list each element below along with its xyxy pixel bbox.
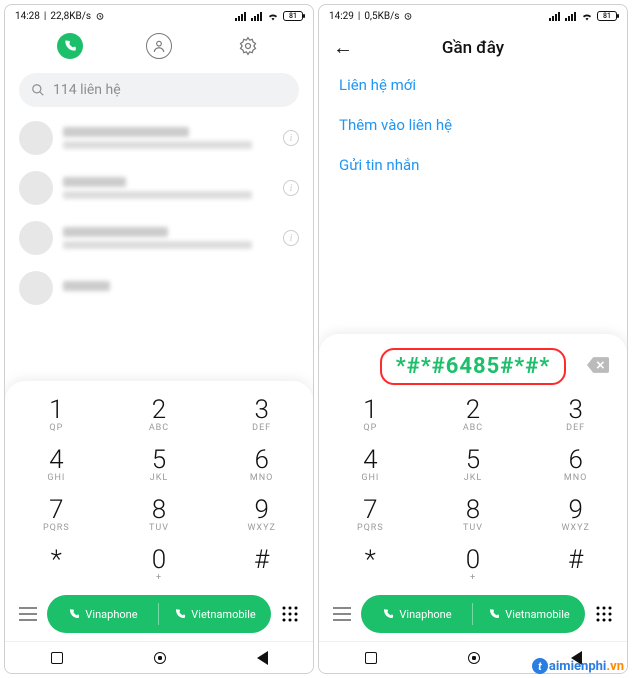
key-8[interactable]: 8TUV (108, 489, 211, 539)
backspace-button[interactable] (587, 357, 609, 377)
menu-icon[interactable] (15, 601, 41, 627)
signal-icon (251, 11, 263, 21)
signal-icon (565, 11, 577, 21)
link-add-to-contact[interactable]: Thêm vào liên hệ (339, 116, 607, 134)
list-item[interactable]: i (5, 213, 313, 263)
status-net: 22,8KB/s (50, 11, 91, 22)
alarm-icon (95, 11, 105, 21)
info-icon[interactable]: i (283, 130, 299, 146)
key-star[interactable]: * (319, 539, 422, 589)
key-3[interactable]: 3DEF (524, 389, 627, 439)
info-icon[interactable]: i (283, 230, 299, 246)
avatar (19, 121, 53, 155)
link-new-contact[interactable]: Liên hệ mới (339, 76, 607, 94)
dialpad-toggle-icon[interactable] (591, 601, 617, 627)
contacts-list[interactable]: i i i (5, 113, 313, 381)
person-icon (152, 39, 166, 53)
battery-icon: 81 (597, 11, 617, 21)
back-button[interactable]: ← (333, 35, 353, 60)
list-item[interactable]: i (5, 113, 313, 163)
key-1[interactable]: 1QP (319, 389, 422, 439)
key-1[interactable]: 1QP (5, 389, 108, 439)
nav-back[interactable] (257, 651, 268, 665)
list-item[interactable] (5, 263, 313, 313)
key-8[interactable]: 8TUV (422, 489, 525, 539)
status-time: 14:29 (329, 11, 354, 22)
key-2[interactable]: 2ABC (108, 389, 211, 439)
menu-icon[interactable] (329, 601, 355, 627)
avatar (19, 271, 53, 305)
phone-icon (63, 39, 77, 53)
list-item[interactable]: i (5, 163, 313, 213)
keypad: 1QP 2ABC 3DEF 4GHI 5JKL 6MNO 7PQRS 8TUV … (5, 389, 313, 589)
signal-icon (549, 11, 561, 21)
call-buttons: Vinaphone Vietnamobile (361, 595, 585, 633)
search-placeholder: 114 liên hệ (53, 82, 121, 98)
tab-phone[interactable] (57, 33, 83, 59)
dialpad: *#*#6485#*#* 1QP 2ABC 3DEF 4GHI 5JKL 6MN… (319, 334, 627, 673)
key-6[interactable]: 6MNO (524, 439, 627, 489)
signal-icon (235, 11, 247, 21)
search-icon (31, 83, 45, 97)
key-4[interactable]: 4GHI (319, 439, 422, 489)
link-send-sms[interactable]: Gửi tin nhắn (339, 156, 607, 174)
dialpad-toggle-icon[interactable] (277, 601, 303, 627)
key-hash[interactable]: # (524, 539, 627, 589)
key-3[interactable]: 3DEF (210, 389, 313, 439)
wifi-icon (267, 11, 279, 21)
nav-recent[interactable] (365, 652, 377, 664)
phone-icon (488, 608, 500, 620)
key-4[interactable]: 4GHI (5, 439, 108, 489)
call-sim2-button[interactable]: Vietnamobile (159, 595, 271, 633)
dialpad: 1QP 2ABC 3DEF 4GHI 5JKL 6MNO 7PQRS 8TUV … (5, 381, 313, 673)
call-sim1-button[interactable]: Vinaphone (47, 595, 159, 633)
dial-code-highlight: *#*#6485#*#* (380, 348, 567, 385)
avatar (19, 171, 53, 205)
alarm-icon (403, 11, 413, 21)
avatar (19, 221, 53, 255)
tab-settings[interactable] (235, 33, 261, 59)
status-net: 0,5KB/s (364, 11, 399, 22)
key-5[interactable]: 5JKL (108, 439, 211, 489)
key-7[interactable]: 7PQRS (319, 489, 422, 539)
nav-recent[interactable] (51, 652, 63, 664)
phone-screen-right: 14:29 | 0,5KB/s 81 ← Gần đây Liên hệ mới… (318, 4, 628, 674)
android-navbar (5, 641, 313, 673)
key-7[interactable]: 7PQRS (5, 489, 108, 539)
nav-home[interactable] (468, 652, 480, 664)
call-sim2-button[interactable]: Vietnamobile (473, 595, 585, 633)
status-bar: 14:29 | 0,5KB/s 81 (319, 5, 627, 25)
dial-display: *#*#6485#*#* (319, 342, 627, 389)
phone-icon (174, 608, 186, 620)
action-links: Liên hệ mới Thêm vào liên hệ Gửi tin nhắ… (319, 70, 627, 194)
phone-screen-left: 14:28 | 22,8KB/s 81 114 liên hệ i (4, 4, 314, 674)
battery-icon: 81 (283, 11, 303, 21)
call-buttons: Vinaphone Vietnamobile (47, 595, 271, 633)
phone-icon (68, 608, 80, 620)
key-9[interactable]: 9WXYZ (210, 489, 313, 539)
status-bar: 14:28 | 22,8KB/s 81 (5, 5, 313, 25)
key-star[interactable]: * (5, 539, 108, 589)
wifi-icon (581, 11, 593, 21)
key-2[interactable]: 2ABC (422, 389, 525, 439)
key-0[interactable]: 0+ (108, 539, 211, 589)
search-input[interactable]: 114 liên hệ (19, 73, 299, 107)
tab-contacts[interactable] (146, 33, 172, 59)
nav-home[interactable] (154, 652, 166, 664)
key-0[interactable]: 0+ (422, 539, 525, 589)
page-title: Gần đây (442, 38, 504, 58)
call-sim1-button[interactable]: Vinaphone (361, 595, 473, 633)
gear-icon (238, 36, 258, 56)
header: ← Gần đây (319, 25, 627, 70)
key-6[interactable]: 6MNO (210, 439, 313, 489)
key-5[interactable]: 5JKL (422, 439, 525, 489)
key-9[interactable]: 9WXYZ (524, 489, 627, 539)
keypad: 1QP 2ABC 3DEF 4GHI 5JKL 6MNO 7PQRS 8TUV … (319, 389, 627, 589)
top-tabs (5, 25, 313, 67)
watermark: taimienphi.vn (532, 658, 624, 674)
info-icon[interactable]: i (283, 180, 299, 196)
key-hash[interactable]: # (210, 539, 313, 589)
phone-icon (382, 608, 394, 620)
status-time: 14:28 (15, 11, 40, 22)
